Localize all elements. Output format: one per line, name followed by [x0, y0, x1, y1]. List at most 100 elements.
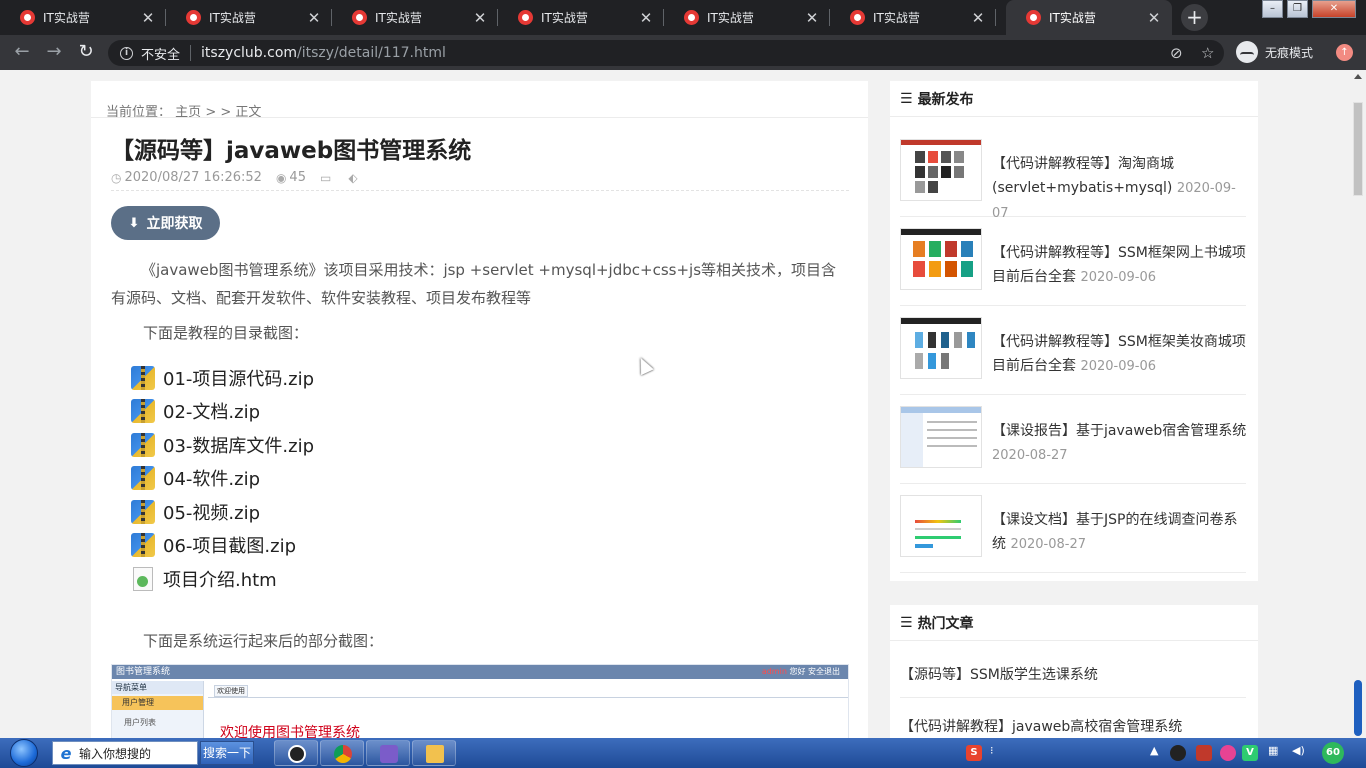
screenshot-tab: 欢迎使用	[214, 685, 248, 697]
close-window-button[interactable]: ✕	[1312, 0, 1356, 18]
site-favicon-icon	[352, 10, 367, 25]
post-thumbnail[interactable]	[900, 228, 982, 290]
list-icon: ☰	[900, 90, 913, 107]
browser-tab[interactable]: IT实战营 ✕	[664, 0, 830, 35]
latest-post-item[interactable]: 【课设文档】基于JSP的在线调查问卷系统 2020-08-27	[900, 484, 1246, 573]
taskbar-search-button[interactable]: 搜索一下	[200, 741, 254, 765]
tab-close-icon[interactable]: ✕	[1146, 10, 1162, 26]
post-text[interactable]: 【代码讲解教程等】SSM框架美妆商城项目前后台全套 2020-09-06	[992, 330, 1248, 379]
post-text[interactable]: 【代码讲解教程等】淘淘商城(servlet+mybatis+mysql) 202…	[992, 152, 1248, 226]
zip-archive-icon	[131, 399, 155, 424]
download-button[interactable]: ⬇ 立即获取	[111, 206, 220, 240]
update-arrow-icon[interactable]: ↑	[1336, 44, 1353, 61]
flag-tray-icon[interactable]	[1196, 745, 1212, 761]
new-tab-button[interactable]: +	[1181, 4, 1208, 31]
eye-slash-icon[interactable]: ⊘	[1170, 45, 1183, 61]
list-icon: ☰	[900, 614, 913, 631]
ime-options-icon[interactable]: ⁝	[990, 744, 994, 757]
bookmark-star-icon[interactable]: ☆	[1201, 45, 1214, 61]
browser-tab[interactable]: IT实战营 ✕	[332, 0, 498, 35]
file-name: 01-项目源代码.zip	[163, 368, 314, 390]
list-item: 02-文档.zip	[131, 395, 314, 429]
volume-icon[interactable]: ◀)	[1292, 744, 1305, 757]
network-icon[interactable]: ▦	[1268, 744, 1278, 757]
file-name: 项目介绍.htm	[163, 569, 277, 591]
post-thumbnail[interactable]	[900, 495, 982, 557]
post-text[interactable]: 【代码讲解教程等】SSM框架网上书城项目前后台全套 2020-09-06	[992, 241, 1248, 290]
zip-archive-icon	[131, 466, 155, 491]
browser-tab-active[interactable]: IT实战营 ✕	[1006, 0, 1172, 35]
hot-article-link[interactable]: 【代码讲解教程】javaweb高校宿舍管理系统	[900, 705, 1246, 738]
sogou-ime-icon[interactable]: S	[966, 745, 982, 761]
post-text[interactable]: 【课设报告】基于javaweb宿舍管理系统 2020-08-27	[992, 419, 1248, 468]
qq-app-button[interactable]	[274, 740, 318, 766]
latest-post-item[interactable]: 【代码讲解教程等】SSM框架美妆商城项目前后台全套 2020-09-06	[900, 306, 1246, 395]
screenshot-nav-title: 导航菜单	[112, 681, 203, 694]
site-info-icon[interactable]: i	[120, 46, 133, 60]
tab-close-icon[interactable]: ✕	[472, 10, 488, 26]
post-thumbnail[interactable]	[900, 317, 982, 379]
file-list: 01-项目源代码.zip 02-文档.zip 03-数据库文件.zip 04-软…	[131, 361, 314, 596]
list-item: 01-项目源代码.zip	[131, 361, 314, 395]
post-thumbnail[interactable]	[900, 406, 982, 468]
chrome-icon	[334, 745, 352, 763]
chrome-app-button[interactable]	[320, 740, 364, 766]
divider	[111, 190, 849, 191]
screenshot-logout: 安全退出	[808, 667, 840, 676]
scrollbar-thumb[interactable]	[1353, 102, 1363, 196]
screenshot-app-title: 图书管理系统	[116, 667, 171, 677]
screenshot-menu-group: 用户管理	[112, 696, 203, 710]
minimize-window-button[interactable]: –	[1262, 0, 1283, 18]
latest-post-item[interactable]: 【代码讲解教程等】SSM框架网上书城项目前后台全套 2020-09-06	[900, 217, 1246, 306]
post-thumbnail[interactable]	[900, 139, 982, 201]
tab-close-icon[interactable]: ✕	[970, 10, 986, 26]
incognito-indicator[interactable]: 无痕模式	[1236, 41, 1313, 63]
browser-tab[interactable]: IT实战营 ✕	[166, 0, 332, 35]
hot-article-link[interactable]: 【源码等】SSM版学生选课系统	[900, 653, 1246, 698]
back-arrow-icon[interactable]: ←	[10, 41, 34, 65]
page-title: 【源码等】javaweb图书管理系统	[111, 138, 472, 164]
screenshot-welcome-text: 欢迎使用图书管理系统	[220, 725, 360, 738]
battery-icon[interactable]: 60	[1322, 742, 1344, 764]
browser-tab[interactable]: IT实战营 ✕	[498, 0, 664, 35]
page-scrollbar[interactable]	[1350, 70, 1366, 738]
file-name: 03-数据库文件.zip	[163, 435, 314, 457]
post-date: 2020-09-06	[1080, 359, 1157, 374]
latest-post-item[interactable]: 【代码讲解教程等】淘淘商城(servlet+mybatis+mysql) 202…	[900, 128, 1246, 221]
folder-icon[interactable]: ▭	[320, 171, 331, 185]
tab-title: IT实战营	[707, 11, 754, 25]
tab-close-icon[interactable]: ✕	[638, 10, 654, 26]
internet-explorer-icon: e	[60, 743, 72, 763]
maximize-window-button[interactable]: ❐	[1287, 0, 1308, 18]
tab-close-icon[interactable]: ✕	[140, 10, 156, 26]
latest-post-item[interactable]: 【课设报告】基于javaweb宿舍管理系统 2020-08-27	[900, 395, 1246, 484]
security-label: 不安全	[141, 47, 181, 63]
show-hidden-icons-icon[interactable]: ▲	[1150, 744, 1158, 757]
browser-tab[interactable]: IT实战营 ✕	[830, 0, 996, 35]
post-text[interactable]: 【课设文档】基于JSP的在线调查问卷系统 2020-08-27	[992, 508, 1248, 557]
tags-icon[interactable]: ⬖	[348, 171, 357, 185]
post-title-link[interactable]: 【代码讲解教程等】淘淘商城(servlet+mybatis+mysql)	[992, 156, 1174, 196]
taskbar-search-input[interactable]: e 输入你想搜的	[52, 741, 198, 765]
address-bar[interactable]: i 不安全 itszyclub.com/itszy/detail/117.htm…	[108, 40, 1224, 66]
scroll-up-arrow-icon[interactable]	[1354, 74, 1362, 79]
site-favicon-icon	[20, 10, 35, 25]
tab-title: IT实战营	[873, 11, 920, 25]
list-item: 04-软件.zip	[131, 462, 314, 496]
intro-paragraph: 《javaweb图书管理系统》该项目采用技术：jsp +servlet +mys…	[111, 261, 837, 307]
browser-tab[interactable]: IT实战营 ✕	[0, 0, 166, 35]
qq-tray-icon[interactable]	[1170, 745, 1186, 761]
tab-close-icon[interactable]: ✕	[804, 10, 820, 26]
file-name: 04-软件.zip	[163, 469, 260, 491]
incognito-label: 无痕模式	[1265, 45, 1314, 60]
reload-icon[interactable]: ↻	[74, 41, 98, 65]
windows-logo-icon	[10, 739, 38, 767]
tab-close-icon[interactable]: ✕	[306, 10, 322, 26]
flower-tray-icon[interactable]	[1220, 745, 1236, 761]
ve-tray-icon[interactable]: V	[1242, 745, 1258, 761]
start-button[interactable]	[3, 738, 45, 768]
visual-studio-app-button[interactable]	[366, 740, 410, 766]
file-explorer-app-button[interactable]	[412, 740, 456, 766]
post-title-link[interactable]: 【课设报告】基于javaweb宿舍管理系统	[992, 423, 1246, 439]
forward-arrow-icon[interactable]: →	[42, 41, 66, 65]
